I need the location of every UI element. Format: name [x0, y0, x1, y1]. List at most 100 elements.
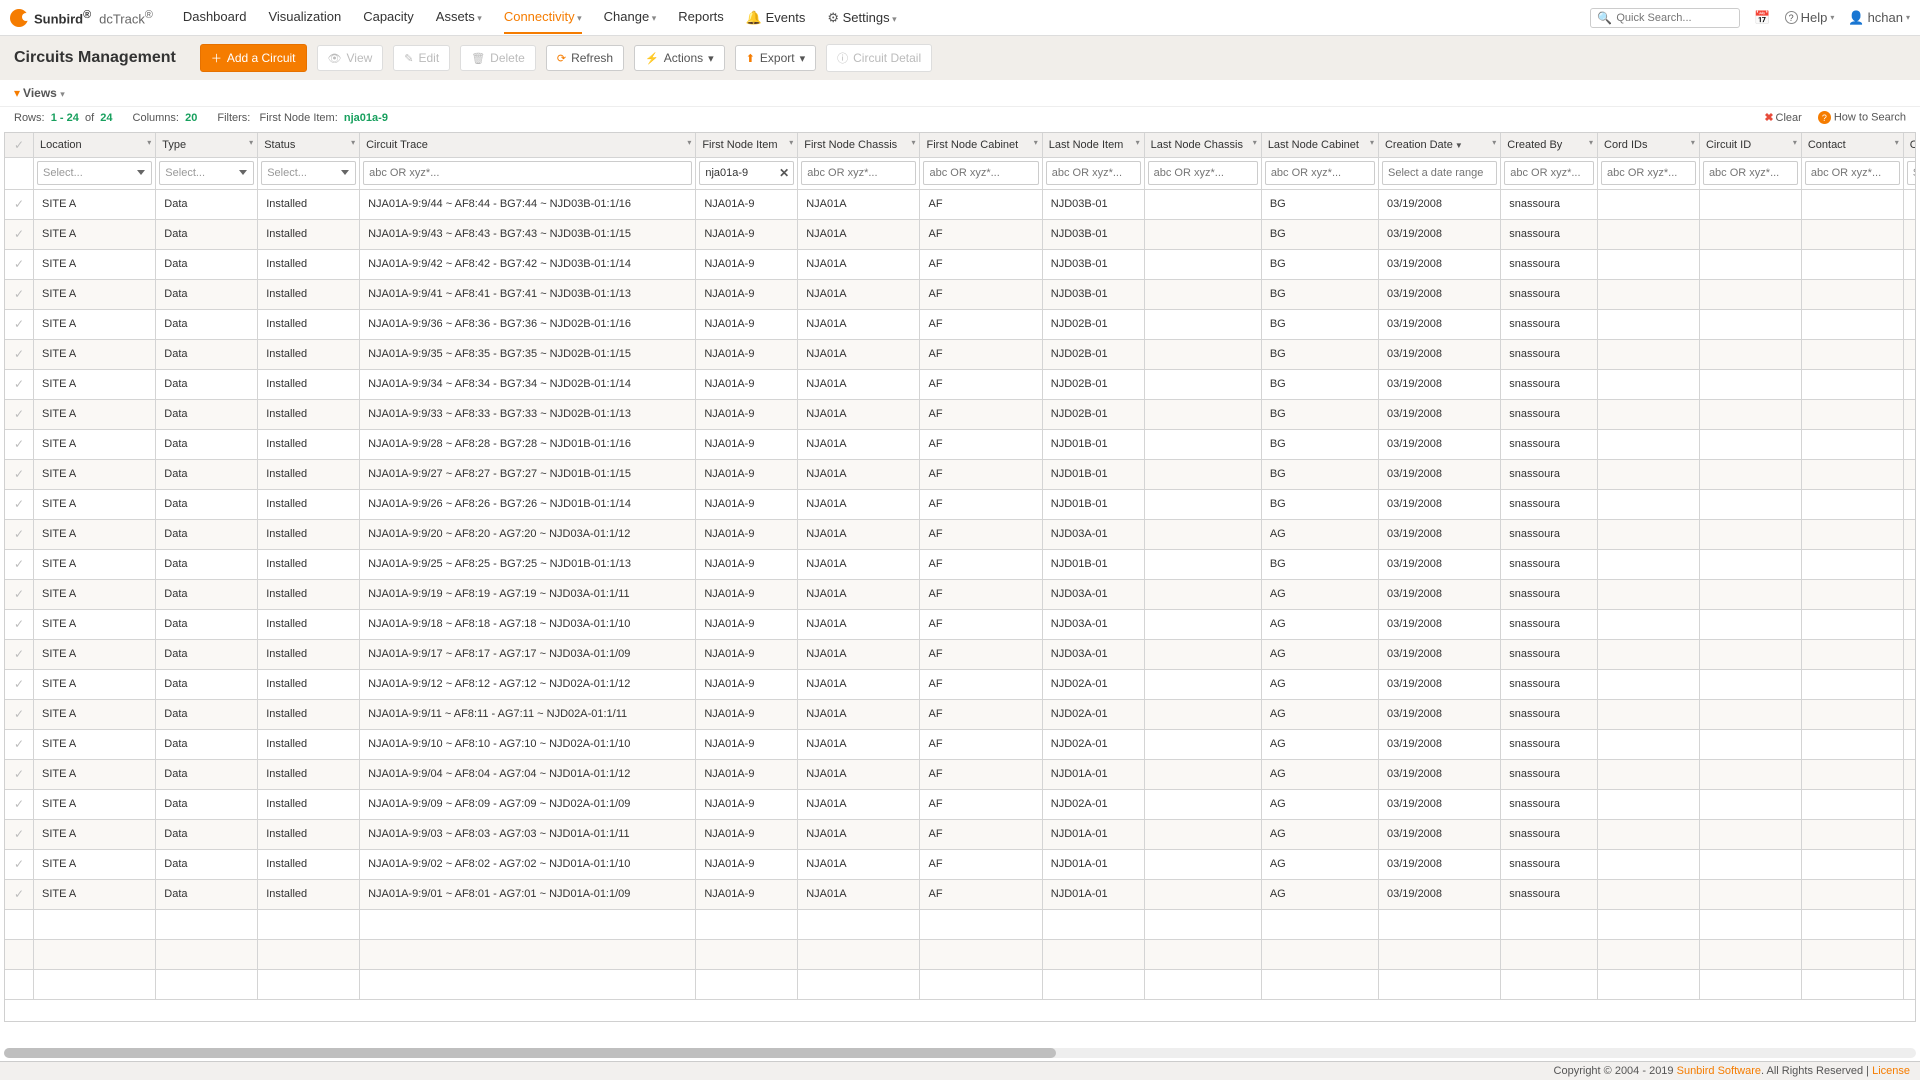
- col-header-lni[interactable]: Last Node Item▾: [1042, 133, 1144, 157]
- row-checkbox[interactable]: ✓: [14, 617, 24, 631]
- how-to-search-link[interactable]: ?How to Search: [1818, 111, 1906, 124]
- filter-cby[interactable]: [1504, 161, 1594, 185]
- row-checkbox[interactable]: ✓: [14, 587, 24, 601]
- row-checkbox[interactable]: ✓: [14, 557, 24, 571]
- col-menu-icon[interactable]: ▾: [351, 138, 355, 147]
- row-checkbox[interactable]: ✓: [14, 407, 24, 421]
- table-row[interactable]: ✓SITE ADataInstalledNJA01A-9:9/43 ~ AF8:…: [5, 219, 1915, 249]
- row-checkbox[interactable]: ✓: [14, 317, 24, 331]
- row-checkbox[interactable]: ✓: [14, 197, 24, 211]
- row-checkbox[interactable]: ✓: [14, 677, 24, 691]
- refresh-button[interactable]: ⟳Refresh: [546, 45, 624, 71]
- col-header-location[interactable]: Location▾: [34, 133, 156, 157]
- table-row[interactable]: ✓SITE ADataInstalledNJA01A-9:9/41 ~ AF8:…: [5, 279, 1915, 309]
- col-header-fncab[interactable]: First Node Cabinet▾: [920, 133, 1042, 157]
- col-header-cid[interactable]: Circuit ID▾: [1699, 133, 1801, 157]
- table-row[interactable]: ✓SITE ADataInstalledNJA01A-9:9/03 ~ AF8:…: [5, 819, 1915, 849]
- col-menu-icon[interactable]: ▾: [1793, 138, 1797, 147]
- row-checkbox[interactable]: ✓: [14, 347, 24, 361]
- filter-type[interactable]: Select...: [159, 161, 254, 185]
- row-checkbox[interactable]: ✓: [14, 647, 24, 661]
- row-checkbox[interactable]: ✓: [14, 437, 24, 451]
- filter-fnc[interactable]: [801, 161, 916, 185]
- table-row[interactable]: ✓SITE ADataInstalledNJA01A-9:9/34 ~ AF8:…: [5, 369, 1915, 399]
- row-checkbox[interactable]: ✓: [14, 377, 24, 391]
- table-row[interactable]: ✓SITE ADataInstalledNJA01A-9:9/12 ~ AF8:…: [5, 669, 1915, 699]
- col-menu-icon[interactable]: ▾: [1034, 138, 1038, 147]
- table-row[interactable]: ✓SITE ADataInstalledNJA01A-9:9/18 ~ AF8:…: [5, 609, 1915, 639]
- help-menu[interactable]: ? Help▾: [1785, 10, 1835, 25]
- filter-status[interactable]: Select...: [261, 161, 356, 185]
- col-menu-icon[interactable]: ▾: [1253, 138, 1257, 147]
- export-button[interactable]: ⬆Export▾: [735, 45, 816, 71]
- col-menu-icon[interactable]: ▾: [789, 138, 793, 147]
- row-checkbox[interactable]: ✓: [14, 887, 24, 901]
- table-row[interactable]: ✓SITE ADataInstalledNJA01A-9:9/25 ~ AF8:…: [5, 549, 1915, 579]
- col-menu-icon[interactable]: ▾: [1370, 138, 1374, 147]
- col-menu-icon[interactable]: ▾: [1589, 138, 1593, 147]
- col-header-trace[interactable]: Circuit Trace▾: [360, 133, 696, 157]
- col-menu-icon[interactable]: ▾: [1691, 138, 1695, 147]
- table-row[interactable]: ✓SITE ADataInstalledNJA01A-9:9/28 ~ AF8:…: [5, 429, 1915, 459]
- col-menu-icon[interactable]: ▾: [1492, 138, 1496, 147]
- row-checkbox[interactable]: ✓: [14, 827, 24, 841]
- filter-contact[interactable]: [1805, 161, 1900, 185]
- col-header-cby[interactable]: Created By▾: [1501, 133, 1598, 157]
- filter-location[interactable]: Select...: [37, 161, 152, 185]
- edit-button[interactable]: ✎Edit: [393, 45, 450, 71]
- table-row[interactable]: ✓SITE ADataInstalledNJA01A-9:9/17 ~ AF8:…: [5, 639, 1915, 669]
- view-button[interactable]: 👁View: [317, 45, 384, 71]
- table-row[interactable]: ✓SITE ADataInstalledNJA01A-9:9/01 ~ AF8:…: [5, 879, 1915, 909]
- filter-cid[interactable]: [1703, 161, 1798, 185]
- horizontal-scrollbar[interactable]: [4, 1048, 1916, 1058]
- nav-events[interactable]: 🔔 Events: [746, 2, 806, 34]
- quick-search[interactable]: 🔍: [1590, 8, 1740, 28]
- company-link[interactable]: Sunbird Software: [1677, 1065, 1761, 1077]
- col-header-cord[interactable]: Cord IDs▾: [1598, 133, 1700, 157]
- col-header-type[interactable]: Type▾: [156, 133, 258, 157]
- table-row[interactable]: ✓SITE ADataInstalledNJA01A-9:9/35 ~ AF8:…: [5, 339, 1915, 369]
- row-checkbox[interactable]: ✓: [14, 257, 24, 271]
- filter-lnc[interactable]: [1148, 161, 1258, 185]
- col-header-cdate[interactable]: Creation Date▼▾: [1378, 133, 1500, 157]
- col-menu-icon[interactable]: ▾: [911, 138, 915, 147]
- nav-visualization[interactable]: Visualization: [268, 1, 341, 34]
- table-row[interactable]: ✓SITE ADataInstalledNJA01A-9:9/20 ~ AF8:…: [5, 519, 1915, 549]
- license-link[interactable]: License: [1872, 1065, 1910, 1077]
- views-dropdown[interactable]: ▾Views ▾: [14, 86, 65, 100]
- col-menu-icon[interactable]: ▾: [687, 138, 691, 147]
- col-menu-icon[interactable]: ▾: [1895, 138, 1899, 147]
- filter-con[interactable]: Select...: [1907, 161, 1915, 185]
- table-row[interactable]: ✓SITE ADataInstalledNJA01A-9:9/19 ~ AF8:…: [5, 579, 1915, 609]
- filter-lncab[interactable]: [1265, 161, 1375, 185]
- add-circuit-button[interactable]: ＋Add a Circuit: [200, 44, 307, 72]
- table-row[interactable]: ✓SITE ADataInstalledNJA01A-9:9/09 ~ AF8:…: [5, 789, 1915, 819]
- nav-reports[interactable]: Reports: [678, 1, 724, 34]
- col-header-fnc[interactable]: First Node Chassis▾: [798, 133, 920, 157]
- calendar-icon[interactable]: 📅: [1754, 10, 1770, 26]
- row-checkbox[interactable]: ✓: [14, 797, 24, 811]
- nav-settings[interactable]: ⚙ Settings: [827, 2, 896, 34]
- table-row[interactable]: ✓SITE ADataInstalledNJA01A-9:9/42 ~ AF8:…: [5, 249, 1915, 279]
- table-row[interactable]: ✓SITE ADataInstalledNJA01A-9:9/27 ~ AF8:…: [5, 459, 1915, 489]
- nav-change[interactable]: Change: [604, 1, 657, 34]
- row-checkbox[interactable]: ✓: [14, 497, 24, 511]
- table-row[interactable]: ✓SITE ADataInstalledNJA01A-9:9/26 ~ AF8:…: [5, 489, 1915, 519]
- row-checkbox[interactable]: ✓: [14, 737, 24, 751]
- nav-assets[interactable]: Assets: [436, 1, 482, 34]
- user-menu[interactable]: 👤 hchan▾: [1848, 10, 1910, 26]
- table-row[interactable]: ✓SITE ADataInstalledNJA01A-9:9/36 ~ AF8:…: [5, 309, 1915, 339]
- table-row[interactable]: ✓SITE ADataInstalledNJA01A-9:9/04 ~ AF8:…: [5, 759, 1915, 789]
- circuit-detail-button[interactable]: ⓘCircuit Detail: [826, 44, 932, 72]
- clear-filters-button[interactable]: ✖Clear: [1764, 111, 1802, 124]
- delete-button[interactable]: 🗑Delete: [460, 45, 536, 71]
- col-header-chk[interactable]: ✓: [5, 133, 34, 157]
- filter-fncab[interactable]: [923, 161, 1038, 185]
- nav-connectivity[interactable]: Connectivity: [504, 1, 582, 34]
- row-checkbox[interactable]: ✓: [14, 857, 24, 871]
- filter-lni[interactable]: [1046, 161, 1141, 185]
- table-row[interactable]: ✓SITE ADataInstalledNJA01A-9:9/33 ~ AF8:…: [5, 399, 1915, 429]
- col-header-lnc[interactable]: Last Node Chassis▾: [1144, 133, 1261, 157]
- col-menu-icon[interactable]: ▾: [147, 138, 151, 147]
- row-checkbox[interactable]: ✓: [14, 467, 24, 481]
